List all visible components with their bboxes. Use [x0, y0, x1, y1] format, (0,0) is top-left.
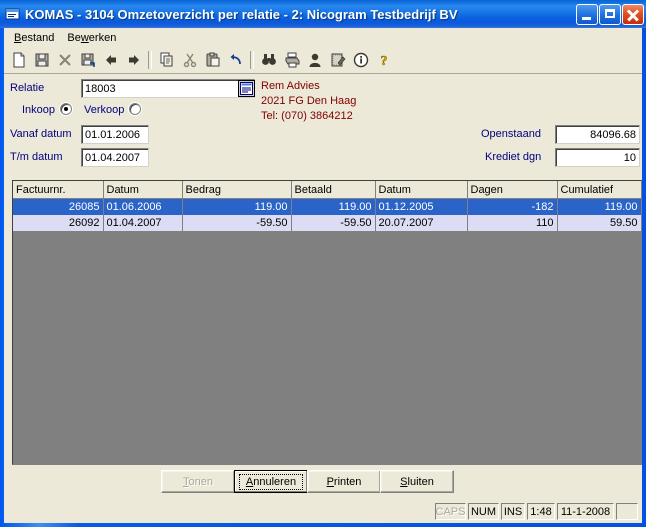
menu-item-bewerken[interactable]: Bewerken [61, 30, 123, 46]
tm-datum-label: T/m datum [10, 151, 63, 163]
cell-cumulatief: 59.50 [557, 215, 641, 231]
krediet-dgn-input[interactable]: 10 [555, 148, 640, 167]
radio-verkoop-mark[interactable] [129, 103, 142, 115]
radio-inkoop[interactable]: Inkoop [22, 103, 73, 116]
table-row[interactable]: 26092 01.04.2007 -59.50 -59.50 20.07.200… [13, 215, 641, 231]
radio-verkoop-label: Verkoop [84, 104, 125, 116]
paste-clipboard-icon[interactable] [201, 49, 224, 71]
cell-datum: 01.04.2007 [103, 215, 182, 231]
tonen-button[interactable]: Tonen [161, 470, 235, 493]
application-window: KOMAS - 3104 Omzetoverzicht per relatie … [0, 0, 646, 527]
client-area: Relatie 18003 Rem Advies 2021 FG Den Haa… [4, 75, 642, 500]
cell-betaald: 119.00 [291, 198, 375, 215]
window-title: KOMAS - 3104 Omzetoverzicht per relatie … [25, 6, 458, 22]
cell-datum: 01.06.2006 [103, 198, 182, 215]
krediet-dgn-label: Krediet dgn [485, 151, 542, 163]
radio-inkoop-label: Inkoop [22, 104, 56, 116]
invoices-grid[interactable]: Factuurnr. Datum Bedrag Betaald Datum Da… [12, 180, 642, 465]
help-question-icon[interactable]: ? [372, 49, 395, 71]
radio-inkoop-mark[interactable] [60, 103, 73, 115]
info-icon[interactable] [349, 49, 372, 71]
annuleren-button[interactable]: Annuleren [234, 470, 308, 493]
cell-bedrag: 119.00 [182, 198, 291, 215]
contact-person-icon[interactable] [303, 49, 326, 71]
arrow-right-icon[interactable] [122, 49, 145, 71]
status-blank [616, 503, 638, 520]
column-header-factuurnr[interactable]: Factuurnr. [13, 181, 104, 199]
table-header-row: Factuurnr. Datum Bedrag Betaald Datum Da… [13, 181, 641, 199]
column-header-datum-2[interactable]: Datum [375, 181, 468, 199]
vanaf-datum-input[interactable]: 01.01.2006 [81, 125, 149, 144]
app-window-icon [5, 6, 21, 22]
status-time: 1:48 [527, 503, 555, 520]
cell-cumulatief: 119.00 [557, 198, 641, 215]
column-header-bedrag[interactable]: Bedrag [182, 181, 292, 199]
column-header-betaald[interactable]: Betaald [291, 181, 376, 199]
title-bar[interactable]: KOMAS - 3104 Omzetoverzicht per relatie … [0, 0, 646, 28]
status-ins: INS [501, 503, 525, 520]
relation-address: 2021 FG Den Haag [261, 95, 357, 107]
new-document-icon[interactable] [7, 49, 30, 71]
sluiten-button[interactable]: Sluiten [380, 470, 454, 493]
cell-dagen: -182 [467, 198, 557, 215]
print-icon[interactable] [280, 49, 303, 71]
cell-datum-2: 01.12.2005 [375, 198, 467, 215]
edit-notepad-icon[interactable] [326, 49, 349, 71]
toolbar-separator [148, 51, 152, 69]
menu-item-bestand[interactable]: Bestand [8, 30, 61, 46]
cell-factuurnr: 26085 [13, 198, 103, 215]
undo-arrow-icon[interactable] [224, 49, 247, 71]
column-header-dagen[interactable]: Dagen [467, 181, 558, 199]
toolbar-separator [250, 51, 254, 69]
radio-verkoop[interactable]: Verkoop [84, 103, 142, 116]
openstaand-label: Openstaand [481, 128, 541, 140]
status-date: 11-1-2008 [557, 503, 614, 520]
find-binoculars-icon[interactable] [257, 49, 280, 71]
relation-name: Rem Advies [261, 80, 320, 92]
vanaf-datum-label: Vanaf datum [10, 128, 72, 140]
status-caps: CAPS [435, 503, 466, 520]
svg-text:?: ? [380, 54, 387, 68]
relatie-input[interactable]: 18003 [81, 79, 255, 98]
maximize-button[interactable] [599, 3, 621, 25]
delete-x-icon[interactable] [53, 49, 76, 71]
copy-icon[interactable] [155, 49, 178, 71]
status-num: NUM [468, 503, 499, 520]
table-row[interactable]: 26085 01.06.2006 119.00 119.00 01.12.200… [13, 198, 641, 215]
cell-datum-2: 20.07.2007 [375, 215, 467, 231]
status-bar: CAPS NUM INS 1:48 11-1-2008 [4, 500, 642, 523]
arrow-left-icon[interactable] [99, 49, 122, 71]
column-header-datum[interactable]: Datum [103, 181, 183, 199]
menu-bar: Bestand Bewerken [4, 28, 642, 47]
cell-factuurnr: 26092 [13, 215, 103, 231]
save-as-icon[interactable] [76, 49, 99, 71]
relation-phone: Tel: (070) 3864212 [261, 110, 353, 122]
cut-scissors-icon[interactable] [178, 49, 201, 71]
list-lookup-icon[interactable] [238, 80, 255, 97]
printen-button[interactable]: Printen [307, 470, 381, 493]
close-button[interactable] [622, 3, 644, 25]
relatie-label: Relatie [10, 82, 45, 94]
column-header-cumulatief[interactable]: Cumulatief [557, 181, 641, 199]
minimize-button[interactable] [576, 3, 598, 25]
cell-bedrag: -59.50 [182, 215, 291, 231]
cell-dagen: 110 [467, 215, 557, 231]
save-disk-icon[interactable] [30, 49, 53, 71]
cell-betaald: -59.50 [291, 215, 375, 231]
invoices-table: Factuurnr. Datum Bedrag Betaald Datum Da… [13, 181, 641, 231]
toolbar: ? [4, 47, 642, 74]
tm-datum-input[interactable]: 01.04.2007 [81, 148, 149, 167]
openstaand-input[interactable]: 84096.68 [555, 125, 640, 144]
